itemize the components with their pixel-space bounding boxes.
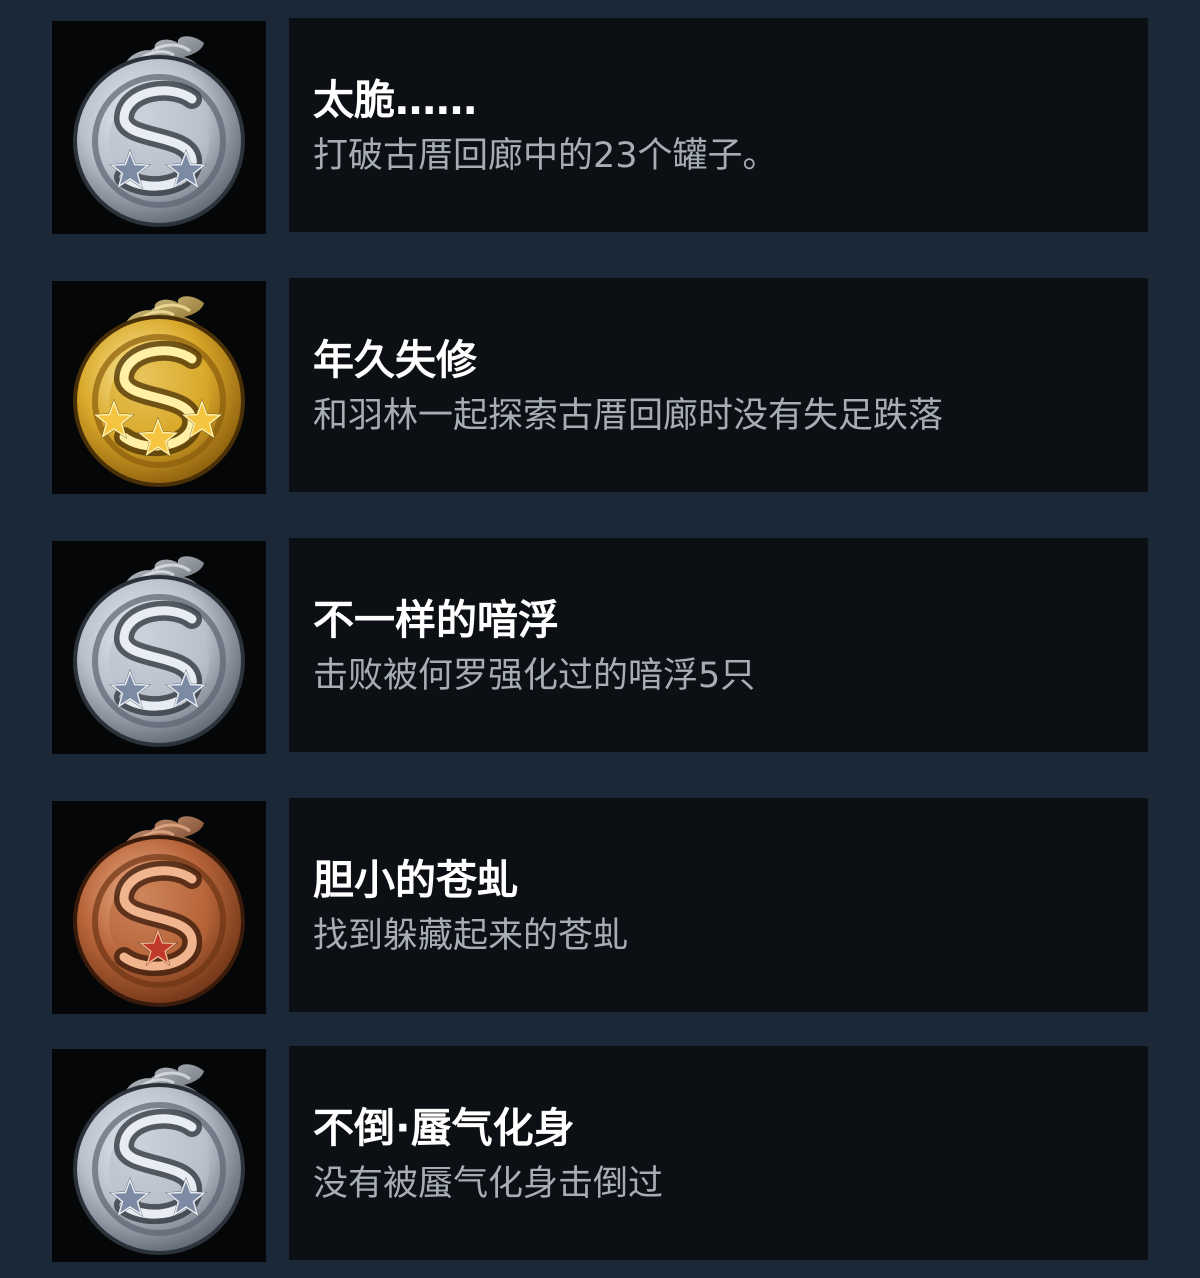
achievement-title: 不倒·蜃气化身 (313, 1104, 575, 1152)
achievement-panel: 胆小的苍虬 找到躲藏起来的苍虬 (289, 798, 1148, 1012)
achievement-title: 胆小的苍虬 (313, 856, 518, 904)
achievement-panel: 年久失修 和羽林一起探索古厝回廊时没有失足跌落 (289, 278, 1148, 492)
achievement-title: 年久失修 (313, 336, 477, 384)
silver-dragon-medal-icon (52, 1049, 266, 1262)
medal-graphic (73, 556, 245, 747)
silver-dragon-medal-icon (52, 541, 266, 754)
achievement-row[interactable]: 不倒·蜃气化身 没有被蜃气化身击倒过 (52, 1046, 1148, 1262)
achievement-description: 找到躲藏起来的苍虬 (313, 916, 629, 956)
achievement-description: 击败被何罗强化过的喑浮5只 (313, 656, 756, 696)
medal-graphic (73, 36, 245, 227)
bronze-dragon-medal-icon (52, 801, 266, 1014)
achievement-panel: 不一样的喑浮 击败被何罗强化过的喑浮5只 (289, 538, 1148, 752)
achievement-row[interactable]: 胆小的苍虬 找到躲藏起来的苍虬 (52, 798, 1148, 1014)
silver-dragon-medal-icon (52, 21, 266, 234)
achievement-panel: 太脆…… 打破古厝回廊中的23个罐子。 (289, 18, 1148, 232)
achievement-list: 太脆…… 打破古厝回廊中的23个罐子。 年久失修 和羽林一起探索古厝回廊时没有失… (0, 0, 1200, 1278)
achievement-title: 太脆…… (313, 76, 477, 124)
achievement-description: 和羽林一起探索古厝回廊时没有失足跌落 (313, 396, 944, 436)
achievement-description: 没有被蜃气化身击倒过 (313, 1164, 664, 1204)
achievement-panel: 不倒·蜃气化身 没有被蜃气化身击倒过 (289, 1046, 1148, 1260)
medal-graphic (73, 816, 245, 1007)
achievement-row[interactable]: 太脆…… 打破古厝回廊中的23个罐子。 (52, 18, 1148, 234)
achievement-title: 不一样的喑浮 (313, 596, 559, 644)
medal-graphic (73, 296, 245, 487)
achievement-row[interactable]: 不一样的喑浮 击败被何罗强化过的喑浮5只 (52, 538, 1148, 754)
gold-dragon-medal-icon (52, 281, 266, 494)
achievement-description: 打破古厝回廊中的23个罐子。 (313, 136, 778, 176)
achievement-row[interactable]: 年久失修 和羽林一起探索古厝回廊时没有失足跌落 (52, 278, 1148, 494)
medal-graphic (73, 1064, 245, 1255)
